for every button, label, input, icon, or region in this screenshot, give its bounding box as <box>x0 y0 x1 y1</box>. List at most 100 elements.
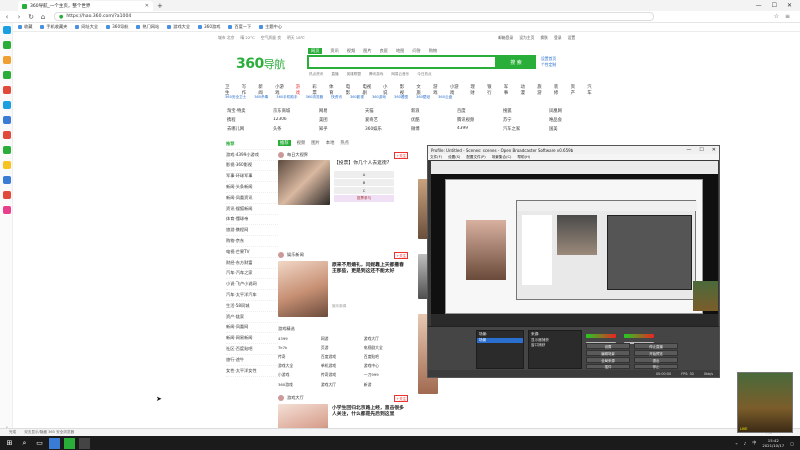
close-tab-icon[interactable]: ✕ <box>145 3 149 9</box>
star-icon[interactable]: ☆ <box>774 13 779 20</box>
game-link[interactable]: 4399 <box>278 336 321 341</box>
hint-link[interactable]: 网易云音乐 <box>391 72 409 77</box>
search-icon[interactable]: ⌕ <box>19 438 30 449</box>
game-link[interactable]: 页游 <box>321 345 364 351</box>
feed-tab[interactable]: 图片 <box>311 140 320 146</box>
game-link[interactable]: 游戏大厅 <box>321 382 364 388</box>
game-link[interactable]: 游戏大全 <box>278 363 321 369</box>
app-icon[interactable] <box>3 131 11 139</box>
site-link[interactable]: 4399 <box>457 126 503 131</box>
settings-button[interactable]: 设置 <box>586 343 630 349</box>
app-icon[interactable] <box>3 56 11 64</box>
obs-menu-item[interactable]: 配置文件(P) <box>466 155 485 160</box>
sources-panel[interactable]: 来源: 显示器捕获 窗口捕获 <box>528 330 582 369</box>
sub-nav-link[interactable]: 360手机助手 <box>276 95 297 100</box>
obs-menu-item[interactable]: 设置(S) <box>448 155 460 160</box>
sub-nav-link[interactable]: 360看图 <box>394 95 408 100</box>
game-link[interactable]: 网游 <box>321 336 364 342</box>
search-tab[interactable]: 问答 <box>412 48 420 54</box>
site-link[interactable]: 唯品会 <box>549 117 595 123</box>
minimize-icon[interactable]: — <box>756 2 762 9</box>
source-item[interactable]: 窗口捕获 <box>529 343 581 348</box>
game-link[interactable]: 传奇 <box>278 354 321 360</box>
app-icon[interactable] <box>3 176 11 184</box>
feed-card[interactable]: 每日大视界 +关注 【投票】你几个人去逛街? A B C 投票参与 <box>278 151 408 207</box>
hint-link[interactable]: 热点资讯 <box>309 72 323 77</box>
feed-card[interactable]: 娱乐新闻 +关注 原来不用婚礼，闫妮靠上天都撒春王那些，更是到这还不能太好 娱乐新… <box>278 251 408 319</box>
site-link[interactable]: 360娱乐 <box>365 126 411 132</box>
scenes-panel[interactable]: 场景: 场景 <box>476 330 524 369</box>
maximize-icon[interactable]: ☐ <box>699 147 703 153</box>
site-link[interactable]: 优酷 <box>411 117 457 123</box>
bookmark-item[interactable]: 360游戏 <box>198 24 220 30</box>
top-link[interactable]: 登录 <box>554 35 562 41</box>
obs-taskbar-icon[interactable] <box>79 437 90 449</box>
app-icon[interactable] <box>3 161 11 169</box>
maximize-icon[interactable]: ☐ <box>772 2 777 9</box>
bookmark-item[interactable]: 网址大全 <box>75 24 98 30</box>
app-icon[interactable] <box>3 116 11 124</box>
search-tab[interactable]: 良医 <box>380 48 388 54</box>
app-icon[interactable] <box>3 101 11 109</box>
category-item[interactable]: 电视·芒果TV <box>226 247 278 258</box>
category-item[interactable]: 体育·懂球帝 <box>226 215 278 226</box>
address-bar[interactable]: ● https://hao.360.com/?a1004 <box>54 12 654 21</box>
site-link[interactable]: 去哪儿网 <box>227 126 273 132</box>
global-sources-button[interactable]: 全局来源 <box>586 357 630 363</box>
game-link[interactable]: 游戏大厅 <box>364 336 407 342</box>
game-link[interactable]: 单机游戏 <box>321 363 364 369</box>
forward-icon[interactable]: › <box>14 13 24 21</box>
site-link[interactable]: 12306 <box>273 117 319 122</box>
bookmark-item[interactable]: 手机收藏夹 <box>40 24 67 30</box>
app-taskbar-icon[interactable] <box>64 437 75 449</box>
edit-scene-button[interactable]: 编辑场景 <box>586 350 630 356</box>
site-link[interactable]: 搜狐 <box>503 108 549 114</box>
sub-nav-link[interactable]: 360杀毒 <box>254 95 268 100</box>
category-item[interactable]: 新闻·凤凰资讯 <box>226 193 278 204</box>
hint-link[interactable]: 英雄联盟 <box>347 72 361 77</box>
category-item[interactable]: 汽车·汽车之家 <box>226 269 278 280</box>
poll-option[interactable]: B <box>334 179 394 186</box>
site-link[interactable]: 百度 <box>457 108 503 114</box>
network-icon[interactable]: ⌁ <box>735 441 737 446</box>
bookmark-item[interactable]: 360导航 <box>106 24 128 30</box>
game-link[interactable]: 电视剧大全 <box>364 345 407 351</box>
sub-nav-link[interactable]: 360安全卫士 <box>225 95 246 100</box>
site-link[interactable]: 天猫 <box>365 108 411 114</box>
search-tab[interactable]: 网页 <box>308 48 323 54</box>
obs-menu-item[interactable]: 文件(F) <box>430 155 442 160</box>
top-link[interactable]: 换肤 <box>540 35 548 41</box>
category-item[interactable]: 推荐 <box>226 139 278 150</box>
category-item[interactable]: 女性·太平洋女性 <box>226 366 278 377</box>
category-item[interactable]: 小说·飞卢小说网 <box>226 279 278 291</box>
category-item[interactable]: 旅游·携程网 <box>226 225 278 237</box>
category-item[interactable]: 社区·百度贴吧 <box>226 344 278 355</box>
sub-nav-link[interactable]: 360影视 <box>350 95 364 100</box>
search-tab[interactable]: 视频 <box>347 48 355 54</box>
category-item[interactable]: 资讯·搜狐新闻 <box>226 204 278 215</box>
app-icon[interactable] <box>3 146 11 154</box>
search-input[interactable] <box>307 55 497 69</box>
sub-nav-link[interactable]: 360云盘 <box>438 95 452 100</box>
obs-menu-item[interactable]: 帮助(H) <box>517 155 530 160</box>
category-item[interactable]: 新闻·网易新闻 <box>226 333 278 345</box>
app-icon[interactable] <box>3 206 11 214</box>
new-tab-button[interactable]: + <box>157 2 163 10</box>
poll-option[interactable]: A <box>334 171 394 178</box>
category-item[interactable]: 新闻·凤凰网 <box>226 323 278 334</box>
app-icon[interactable] <box>3 26 11 34</box>
site-link[interactable]: 京东商城 <box>273 108 319 114</box>
site-link[interactable]: 网易 <box>319 108 365 114</box>
back-icon[interactable]: ‹ <box>2 13 12 21</box>
follow-button[interactable]: +关注 <box>394 151 408 159</box>
category-item[interactable]: 汽车·太平洋汽车 <box>226 290 278 301</box>
category-item[interactable]: 财经·东方财富 <box>226 258 278 269</box>
feed-tab[interactable]: 本地 <box>326 140 335 146</box>
volume-icon[interactable]: ♪ <box>744 441 747 446</box>
sub-nav-link[interactable]: 360壁纸 <box>416 95 430 100</box>
game-link[interactable]: 360游戏 <box>278 382 321 388</box>
home-icon[interactable]: ⌂ <box>38 13 48 21</box>
feed-tab[interactable]: 热点 <box>340 140 349 146</box>
hint-link[interactable]: 今日热点 <box>417 72 431 77</box>
stop-stream-button[interactable]: 停止直播 <box>634 343 678 349</box>
